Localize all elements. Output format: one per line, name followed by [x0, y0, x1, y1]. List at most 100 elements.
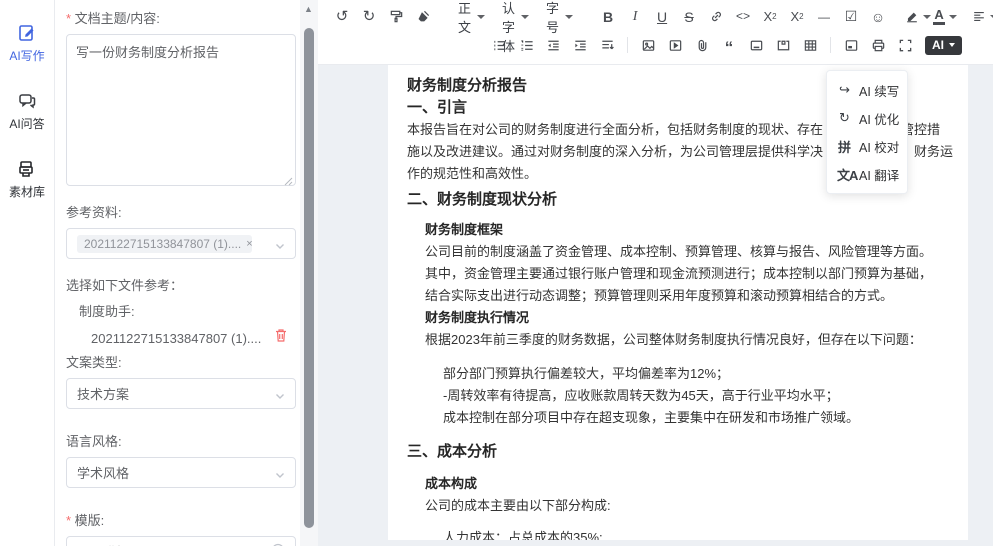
- caret-down-icon: [949, 15, 957, 19]
- line-spacing-button[interactable]: [594, 33, 620, 57]
- subscript-n: 2: [772, 12, 776, 21]
- menu-item-label: AI 优化: [859, 109, 899, 128]
- doc-type-select[interactable]: 技术方案: [66, 378, 296, 409]
- horizontal-rule-button[interactable]: —: [811, 5, 837, 29]
- italic-button[interactable]: I: [622, 5, 648, 29]
- doc-subheading: 成本构成: [425, 473, 949, 495]
- chat-icon: [16, 90, 38, 112]
- insert-image-button[interactable]: [635, 33, 661, 57]
- redo-button[interactable]: ↻: [356, 5, 382, 29]
- ai-button-label: AI: [932, 38, 944, 52]
- doc-list-line: -周转效率有待提高，应收账款周转天数为45天，高于行业平均水平；: [443, 385, 949, 407]
- insert-table-button[interactable]: [797, 33, 823, 57]
- menu-item-ai-proofread[interactable]: 拼 AI 校对: [827, 132, 907, 160]
- doc-paragraph-line: 其中，资金管理主要通过银行账户管理和现金流预测进行；成本控制以部门预算为基础，: [425, 263, 949, 285]
- strikethrough-button[interactable]: S: [676, 5, 702, 29]
- underline-button[interactable]: U: [649, 5, 675, 29]
- chevron-down-icon: [275, 389, 285, 399]
- textarea-resize-handle[interactable]: [284, 174, 293, 183]
- highlight-color-dropdown[interactable]: [905, 5, 931, 29]
- file-section-label: 选择如下文件参考：: [66, 275, 296, 294]
- sidebar-item-ai-writing[interactable]: AI写作: [0, 22, 54, 64]
- library-icon: [16, 158, 38, 180]
- page-mode-button[interactable]: [838, 33, 864, 57]
- fullscreen-button[interactable]: [892, 33, 918, 57]
- bullet-list-button[interactable]: [486, 33, 512, 57]
- bold-button[interactable]: B: [595, 5, 621, 29]
- app-sidebar: AI写作 AI问答 素材库: [0, 0, 55, 546]
- subscript-button[interactable]: X2: [757, 5, 783, 29]
- sidebar-item-label: AI写作: [9, 47, 44, 64]
- caret-down-icon: [949, 43, 955, 47]
- caret-down-icon: [477, 15, 485, 19]
- panel-scrollbar-thumb[interactable]: [304, 28, 314, 528]
- sidebar-item-material-library[interactable]: 素材库: [0, 158, 54, 200]
- sidebar-item-ai-qa[interactable]: AI问答: [0, 90, 54, 132]
- chevron-down-icon: [275, 468, 285, 478]
- tag-close-icon[interactable]: ×: [246, 238, 252, 250]
- topic-label: 文档主题/内容:: [66, 8, 296, 27]
- superscript-n: 2: [799, 12, 803, 21]
- topic-textarea[interactable]: 写一份财务制度分析报告: [66, 34, 296, 186]
- toolbar-row-1: ↺ ↻ 正文 默认字体 字号 B I U S: [318, 0, 993, 30]
- attachment-button[interactable]: [689, 33, 715, 57]
- font-family-dropdown[interactable]: 默认字体: [494, 5, 537, 29]
- print-button[interactable]: [865, 33, 891, 57]
- superscript-button[interactable]: X2: [784, 5, 810, 29]
- superscript-x: X: [790, 9, 799, 24]
- reference-select[interactable]: 2021122715133847807 (1).... ×: [66, 228, 296, 259]
- doc-list-line: 人力成本：占总成本的35%;: [443, 527, 949, 540]
- style-select[interactable]: 学术风格: [66, 457, 296, 488]
- menu-item-ai-continue[interactable]: ↪ AI 续写: [827, 76, 907, 104]
- font-color-dropdown[interactable]: A: [932, 5, 958, 29]
- paragraph-style-dropdown[interactable]: 正文: [450, 5, 493, 29]
- emoji-button[interactable]: ☺: [865, 5, 891, 29]
- inline-code-button[interactable]: <>: [730, 5, 756, 29]
- doc-edit-icon: [16, 22, 38, 44]
- doc-subheading: 财务制度框架: [425, 219, 949, 241]
- file-name: 2021122715133847807 (1)....: [91, 331, 274, 346]
- task-list-button[interactable]: ☑: [838, 5, 864, 29]
- ordered-list-button[interactable]: [513, 33, 539, 57]
- continue-writing-icon: ↪: [837, 82, 852, 98]
- blockquote-button[interactable]: “: [716, 33, 742, 57]
- panel-scrollbar[interactable]: ▲: [300, 0, 318, 546]
- delete-file-icon[interactable]: [274, 328, 288, 348]
- font-size-dropdown[interactable]: 字号: [538, 5, 581, 29]
- clear-format-icon[interactable]: [410, 5, 436, 29]
- menu-item-ai-translate[interactable]: 文A AI 翻译: [827, 160, 907, 188]
- template-value: 通用模板: [77, 542, 129, 546]
- undo-button[interactable]: ↺: [329, 5, 355, 29]
- indent-button[interactable]: [567, 33, 593, 57]
- style-value: 学术风格: [77, 463, 129, 482]
- font-size-value: 字号: [546, 0, 559, 36]
- caret-down-icon: [923, 15, 931, 19]
- proofread-icon: 拼: [837, 137, 852, 156]
- subscript-x: X: [763, 9, 772, 24]
- caret-down-icon: [521, 15, 529, 19]
- outdent-button[interactable]: [540, 33, 566, 57]
- menu-item-label: AI 校对: [859, 137, 899, 156]
- editor-toolbar: ↺ ↻ 正文 默认字体 字号 B I U S: [318, 0, 993, 65]
- link-icon[interactable]: [703, 5, 729, 29]
- topic-value: 写一份财务制度分析报告: [76, 45, 219, 60]
- toolbar-separator: [830, 37, 831, 53]
- divider-button[interactable]: [743, 33, 769, 57]
- scroll-up-arrow-icon[interactable]: ▲: [304, 4, 313, 14]
- sidebar-item-label: AI问答: [9, 115, 44, 132]
- menu-item-ai-optimize[interactable]: ↻ AI 优化: [827, 104, 907, 132]
- ai-tools-dropdown[interactable]: AI: [925, 36, 962, 55]
- align-dropdown[interactable]: [972, 5, 993, 29]
- optimize-icon: ↻: [837, 110, 852, 126]
- writing-form-panel: 文档主题/内容: 写一份财务制度分析报告 参考资料: 2021122715133…: [55, 0, 300, 546]
- insert-video-button[interactable]: [662, 33, 688, 57]
- ai-tools-menu: ↪ AI 续写 ↻ AI 优化 拼 AI 校对 文A AI 翻译: [826, 70, 908, 194]
- code-block-button[interactable]: [770, 33, 796, 57]
- template-select[interactable]: 通用模板: [66, 536, 296, 546]
- app-window: AI写作 AI问答 素材库 文档主题/内容: 写一份财务制度分析报告: [0, 0, 993, 546]
- format-painter-icon[interactable]: [383, 5, 409, 29]
- file-row: 2021122715133847807 (1)....: [91, 328, 296, 348]
- doc-paragraph-line: 根据2023年前三季度的财务数据，公司整体财务制度执行情况良好，但存在以下问题：: [425, 329, 949, 351]
- toolbar-separator: [627, 37, 628, 53]
- paragraph-style-value: 正文: [458, 0, 471, 36]
